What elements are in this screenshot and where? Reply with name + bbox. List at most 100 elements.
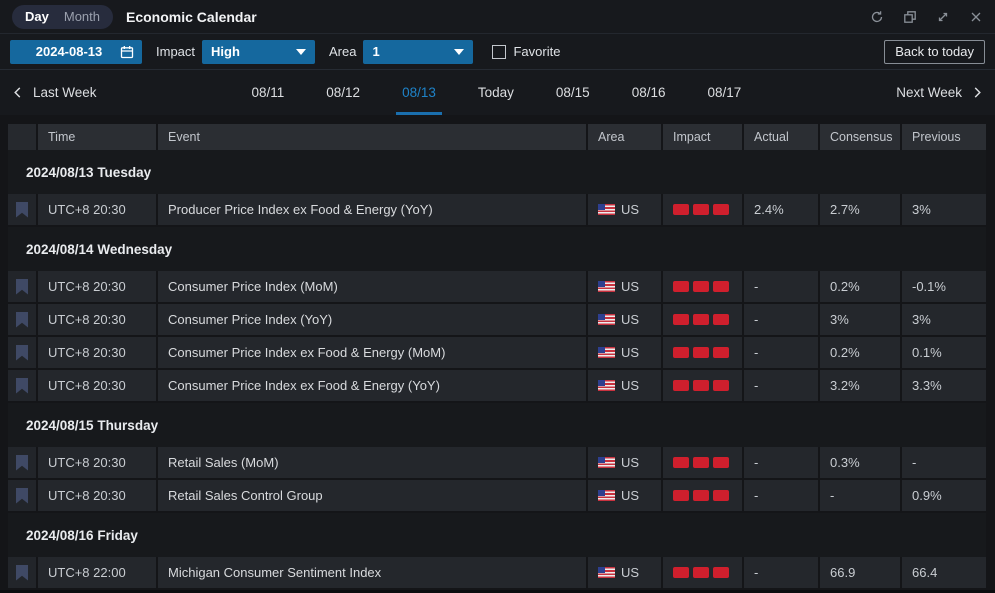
table-header: TimeEventAreaImpactActualConsensusPrevio… <box>8 124 986 150</box>
day-tab-08-11[interactable]: 08/11 <box>245 70 290 115</box>
table-row[interactable]: UTC+8 20:30 Consumer Price Index ex Food… <box>8 337 986 368</box>
impact-cell <box>663 304 742 335</box>
previous-cell: 66.4 <box>902 557 986 588</box>
bookmark-cell[interactable] <box>8 557 36 588</box>
bookmark-icon <box>16 378 28 394</box>
day-tab-08-15[interactable]: 08/15 <box>550 70 596 115</box>
impact-bars-icon <box>673 457 729 468</box>
date-picker[interactable]: 2024-08-13 <box>10 40 142 64</box>
bookmark-cell[interactable] <box>8 271 36 302</box>
expand-icon[interactable] <box>936 10 950 24</box>
next-week-button[interactable]: Next Week <box>896 85 983 100</box>
bookmark-icon <box>16 345 28 361</box>
actual-cell: - <box>744 337 818 368</box>
event-cell: Producer Price Index ex Food & Energy (Y… <box>158 194 586 225</box>
favorite-checkbox[interactable]: Favorite <box>492 44 560 59</box>
time-cell: UTC+8 22:00 <box>38 557 156 588</box>
us-flag-icon <box>598 380 615 391</box>
actual-cell: - <box>744 271 818 302</box>
previous-cell: -0.1% <box>902 271 986 302</box>
impact-bar <box>673 314 689 325</box>
last-week-button[interactable]: Last Week <box>12 85 97 100</box>
area-label: US <box>621 378 639 393</box>
view-tab-month[interactable]: Month <box>64 9 100 24</box>
column-header-time: Time <box>38 124 156 150</box>
us-flag-icon <box>598 281 615 292</box>
table-row[interactable]: UTC+8 22:00 Michigan Consumer Sentiment … <box>8 557 986 588</box>
table-row[interactable]: UTC+8 20:30 Consumer Price Index ex Food… <box>8 370 986 401</box>
time-cell: UTC+8 20:30 <box>38 271 156 302</box>
impact-value: High <box>211 44 290 59</box>
impact-bar <box>693 490 709 501</box>
bookmark-cell[interactable] <box>8 480 36 511</box>
area-select[interactable]: 1 <box>363 40 473 64</box>
area-label: US <box>621 312 639 327</box>
area-label: Area <box>329 44 356 59</box>
bookmark-cell[interactable] <box>8 337 36 368</box>
bookmark-cell[interactable] <box>8 304 36 335</box>
impact-bar <box>693 314 709 325</box>
date-group-header: 2024/08/14 Wednesday <box>8 227 986 271</box>
impact-bar <box>693 204 709 215</box>
impact-bar <box>713 314 729 325</box>
table-row[interactable]: UTC+8 20:30 Producer Price Index ex Food… <box>8 194 986 225</box>
impact-bar <box>673 204 689 215</box>
chevron-right-icon <box>972 86 983 99</box>
time-cell: UTC+8 20:30 <box>38 480 156 511</box>
area-cell: US <box>588 370 661 401</box>
column-header-impact: Impact <box>663 124 742 150</box>
consensus-cell: 0.2% <box>820 271 900 302</box>
bookmark-cell[interactable] <box>8 370 36 401</box>
area-cell: US <box>588 304 661 335</box>
checkbox-icon <box>492 45 506 59</box>
group-date-label: 2024/08/14 Wednesday <box>26 242 172 257</box>
window-controls <box>870 10 983 24</box>
area-cell: US <box>588 271 661 302</box>
impact-bars-icon <box>673 281 729 292</box>
impact-cell <box>663 271 742 302</box>
impact-bar <box>713 347 729 358</box>
view-tab-day[interactable]: Day <box>25 9 49 24</box>
table-row[interactable]: UTC+8 20:30 Consumer Price Index (MoM) U… <box>8 271 986 302</box>
day-tab-today[interactable]: Today <box>472 70 520 115</box>
impact-bars-icon <box>673 314 729 325</box>
area-label: US <box>621 455 639 470</box>
impact-bars-icon <box>673 490 729 501</box>
time-cell: UTC+8 20:30 <box>38 337 156 368</box>
day-tab-08-13[interactable]: 08/13 <box>396 70 442 115</box>
refresh-icon[interactable] <box>870 10 884 24</box>
table-row[interactable]: UTC+8 20:30 Retail Sales (MoM) US - 0.3%… <box>8 447 986 478</box>
table-row[interactable]: UTC+8 20:30 Consumer Price Index (YoY) U… <box>8 304 986 335</box>
area-cell: US <box>588 447 661 478</box>
impact-label: Impact <box>156 44 195 59</box>
impact-bars-icon <box>673 347 729 358</box>
restore-icon[interactable] <box>903 10 917 24</box>
time-cell: UTC+8 20:30 <box>38 194 156 225</box>
calendar-table: TimeEventAreaImpactActualConsensusPrevio… <box>8 124 986 588</box>
bookmark-cell[interactable] <box>8 194 36 225</box>
bookmark-icon <box>16 565 28 581</box>
date-value: 2024-08-13 <box>18 44 120 59</box>
bookmark-cell[interactable] <box>8 447 36 478</box>
group-date-label: 2024/08/13 Tuesday <box>26 165 151 180</box>
impact-select[interactable]: High <box>202 40 315 64</box>
consensus-cell: 3.2% <box>820 370 900 401</box>
favorite-label: Favorite <box>513 44 560 59</box>
impact-bar <box>713 380 729 391</box>
day-tab-08-17[interactable]: 08/17 <box>701 70 747 115</box>
consensus-cell: 3% <box>820 304 900 335</box>
event-cell: Consumer Price Index ex Food & Energy (M… <box>158 337 586 368</box>
actual-cell: 2.4% <box>744 194 818 225</box>
table-row[interactable]: UTC+8 20:30 Retail Sales Control Group U… <box>8 480 986 511</box>
event-cell: Michigan Consumer Sentiment Index <box>158 557 586 588</box>
impact-cell <box>663 447 742 478</box>
previous-cell: 0.9% <box>902 480 986 511</box>
previous-cell: 0.1% <box>902 337 986 368</box>
actual-cell: - <box>744 447 818 478</box>
back-to-today-button[interactable]: Back to today <box>884 40 985 64</box>
day-tab-08-12[interactable]: 08/12 <box>320 70 366 115</box>
day-tab-08-16[interactable]: 08/16 <box>626 70 672 115</box>
date-group-header: 2024/08/15 Thursday <box>8 403 986 447</box>
close-icon[interactable] <box>969 10 983 24</box>
impact-bar <box>693 347 709 358</box>
